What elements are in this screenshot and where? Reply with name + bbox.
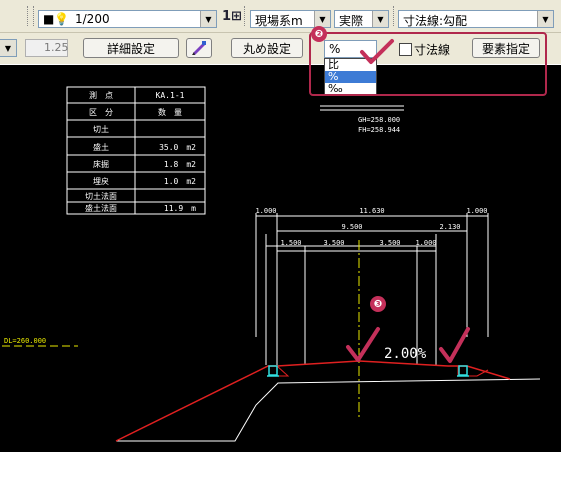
table-header-point-value: KA.1-1 bbox=[156, 91, 185, 100]
toolbar-grip[interactable] bbox=[393, 6, 396, 26]
insert-row-icon[interactable]: 1⊞ bbox=[222, 9, 242, 24]
table-row-label: 切土法面 bbox=[85, 191, 117, 201]
left-combo-arrow[interactable]: ▼ bbox=[0, 39, 17, 57]
actual-value: 実際 bbox=[339, 14, 364, 28]
dimension-label: 1.000 bbox=[255, 207, 276, 215]
ditch-left bbox=[276, 365, 290, 377]
step-3-badge: ❸ bbox=[370, 296, 386, 312]
datum-level-label: DL=260.000 bbox=[4, 337, 46, 345]
toolbar-grip[interactable] bbox=[244, 6, 247, 26]
chevron-down-icon[interactable]: ▼ bbox=[200, 11, 216, 27]
scale-value: 1/200 bbox=[75, 12, 110, 26]
table-row-label: 切土 bbox=[93, 124, 109, 134]
chevron-down-icon[interactable]: ▼ bbox=[314, 11, 330, 27]
bulb-icon: 💡 bbox=[54, 12, 69, 26]
table-row-value: 11.9 m bbox=[164, 204, 196, 213]
table-row-label: 盛土法面 bbox=[85, 203, 117, 213]
road-surface-line bbox=[115, 360, 511, 442]
checkmark-icon bbox=[346, 327, 380, 362]
table-row-label: 盛土 bbox=[93, 142, 109, 152]
cross-section-drawing: 測 点 KA.1-1 区 分 数 量 切土 盛土 35.0 m2 床掘 1.8 … bbox=[2, 86, 541, 442]
dimension-line-value: 寸法線:勾配 bbox=[403, 14, 468, 28]
color-swatch-icon: ■ bbox=[43, 12, 55, 26]
slope-label: 2.00% bbox=[384, 346, 427, 362]
dimension-label: 1.000 bbox=[415, 239, 436, 247]
dimension-label: 2.130 bbox=[439, 223, 460, 231]
actual-combo[interactable]: 実際 ▼ bbox=[334, 10, 389, 28]
table-row-label: 床掘 bbox=[93, 159, 109, 169]
toolbar-grip[interactable] bbox=[27, 6, 30, 26]
table-header-class: 区 分 bbox=[89, 108, 113, 117]
dimension-label: 11.630 bbox=[359, 207, 384, 215]
toolbar-top: ■ 💡 1/200 ▼ 1⊞ 現場系m ▼ 実際 ▼ 寸法線:勾配 ▼ bbox=[0, 0, 561, 33]
chevron-down-icon[interactable]: ▼ bbox=[372, 11, 388, 27]
value-field[interactable]: 1.25 bbox=[25, 39, 69, 57]
table-header-point: 測 点 bbox=[89, 90, 113, 100]
step-2-badge: ❷ bbox=[311, 26, 327, 42]
value-field-text: 1.25 bbox=[44, 41, 69, 54]
dimension-label: 3.500 bbox=[323, 239, 344, 247]
dimension-label: 9.500 bbox=[341, 223, 362, 231]
coordinate-system-value: 現場系m bbox=[255, 14, 303, 28]
table-row-value: 35.0 m2 bbox=[159, 143, 196, 152]
cad-canvas[interactable]: 測 点 KA.1-1 区 分 数 量 切土 盛土 35.0 m2 床掘 1.8 … bbox=[0, 65, 561, 452]
detail-settings-button[interactable]: 詳細設定 bbox=[83, 38, 179, 58]
dimension-line-combo[interactable]: 寸法線:勾配 ▼ bbox=[398, 10, 554, 28]
gutter-left-icon bbox=[267, 365, 279, 377]
chevron-down-icon[interactable]: ▼ bbox=[0, 40, 16, 56]
checkmark-icon bbox=[360, 39, 394, 64]
chevron-down-icon[interactable]: ▼ bbox=[537, 11, 553, 27]
toolbar-grip[interactable] bbox=[33, 6, 36, 26]
checkmark-icon bbox=[439, 327, 470, 363]
dimension-lines bbox=[255, 213, 489, 365]
bottom-margin bbox=[0, 452, 561, 482]
dimension-label: 1.500 bbox=[280, 239, 301, 247]
table-row-value: 1.8 m2 bbox=[164, 160, 196, 169]
table-header-qty: 数 量 bbox=[158, 107, 182, 117]
scale-combo[interactable]: ■ 💡 1/200 ▼ bbox=[38, 10, 217, 28]
fh-label: FH=258.944 bbox=[358, 126, 400, 134]
dimension-label: 3.500 bbox=[379, 239, 400, 247]
gh-label: GH=258.000 bbox=[358, 116, 400, 124]
gutter-right-icon bbox=[457, 365, 469, 377]
dimension-label: 1.000 bbox=[466, 207, 487, 215]
pen-tool-icon[interactable] bbox=[186, 38, 212, 58]
table-row-value: 1.0 m2 bbox=[164, 177, 196, 186]
round-settings-button[interactable]: 丸め設定 bbox=[231, 38, 303, 58]
highlight-box bbox=[309, 32, 547, 96]
table-row-label: 埋戻 bbox=[93, 176, 109, 186]
